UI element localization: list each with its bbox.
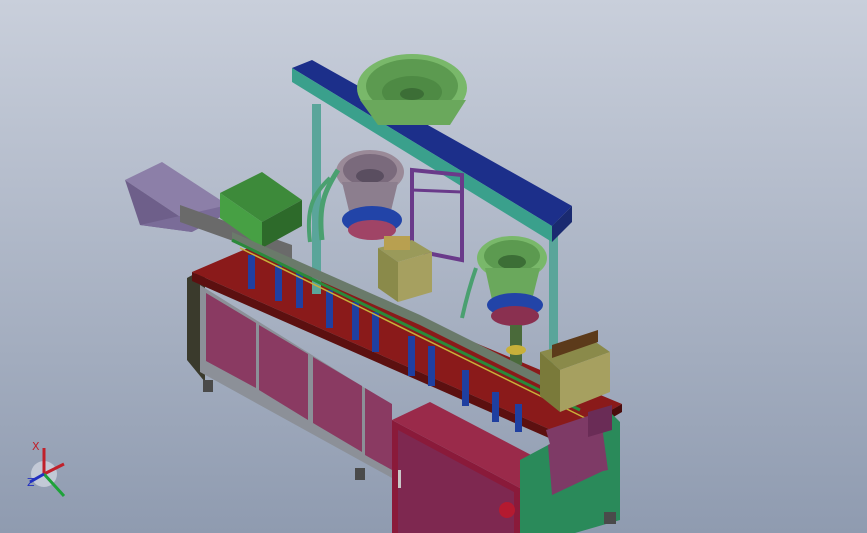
- pneumatic-cylinder: [408, 336, 415, 376]
- door-handle[interactable]: [398, 470, 401, 488]
- leveling-foot: [355, 468, 365, 480]
- leveling-foot: [604, 512, 616, 524]
- pneumatic-cylinder: [462, 370, 469, 406]
- assembly-machine-model[interactable]: [0, 0, 867, 533]
- x-axis-label: X: [32, 440, 40, 453]
- pneumatic-cylinder: [352, 302, 359, 340]
- pneumatic-cylinder: [372, 312, 379, 352]
- leveling-foot: [203, 380, 213, 392]
- pneumatic-cylinder: [326, 290, 333, 328]
- pneumatic-cylinder: [492, 392, 499, 422]
- pneumatic-cylinder: [428, 346, 435, 386]
- z-axis-label: Z: [27, 476, 35, 489]
- cad-viewport[interactable]: X Z: [0, 0, 867, 533]
- vibratory-bowl-small[interactable]: [477, 236, 547, 365]
- orientation-triad: X Z: [27, 440, 66, 498]
- pneumatic-cylinder: [248, 255, 255, 289]
- pneumatic-cylinder: [275, 265, 282, 301]
- indicator-lamp: [499, 502, 515, 518]
- vibratory-bowl-large[interactable]: [357, 54, 467, 125]
- vibratory-bowl-middle[interactable]: [336, 150, 404, 240]
- pneumatic-cylinder: [515, 404, 522, 432]
